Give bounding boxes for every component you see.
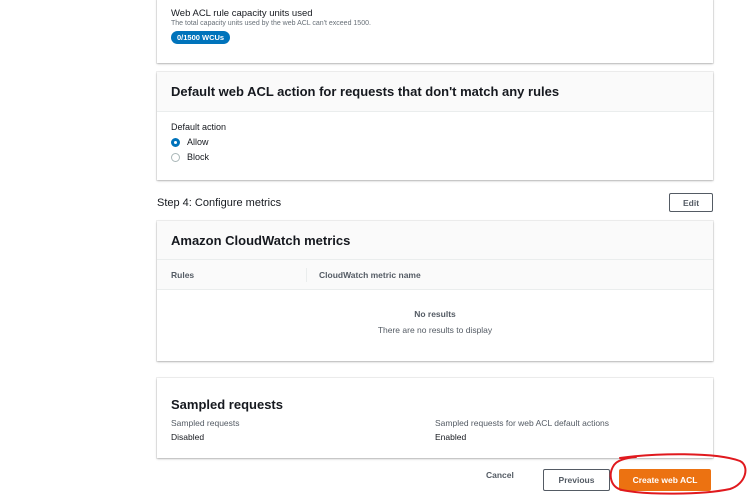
create-web-acl-button[interactable]: Create web ACL <box>619 469 711 491</box>
wcu-title: Web ACL rule capacity units used <box>171 8 313 19</box>
sampled-requests-field: Sampled requests Disabled <box>171 418 435 442</box>
edit-button[interactable]: Edit <box>669 193 713 212</box>
sampled-default-label: Sampled requests for web ACL default act… <box>435 418 610 428</box>
step4-title: Step 4: Configure metrics <box>157 197 282 209</box>
wcu-description: The total capacity units used by the web… <box>171 20 371 27</box>
sampled-default-value: Enabled <box>435 432 467 442</box>
default-action-label: Default action <box>171 122 227 132</box>
cancel-button[interactable]: Cancel <box>486 470 514 480</box>
default-action-panel: Default web ACL action for requests that… <box>157 72 713 180</box>
previous-button[interactable]: Previous <box>543 469 610 491</box>
wcu-panel: Web ACL rule capacity units used The tot… <box>157 0 713 63</box>
empty-state: No results There are no results to displ… <box>157 290 713 335</box>
default-action-radio-group: Default action Allow Block <box>157 112 713 172</box>
radio-option-allow[interactable]: Allow <box>171 137 699 147</box>
default-action-header: Default web ACL action for requests that… <box>157 72 713 112</box>
radio-allow[interactable] <box>171 137 180 147</box>
cloudwatch-heading: Amazon CloudWatch metrics <box>171 232 351 248</box>
radio-option-block[interactable]: Block <box>171 152 699 162</box>
radio-block[interactable] <box>171 152 180 162</box>
sampled-header: Sampled requests <box>157 378 713 414</box>
sampled-requests-value: Disabled <box>171 432 205 442</box>
radio-block-label: Block <box>187 152 210 162</box>
cloudwatch-panel: Amazon CloudWatch metrics Rules CloudWat… <box>157 221 713 361</box>
radio-allow-label: Allow <box>187 137 209 147</box>
column-header-metric-name[interactable]: CloudWatch metric name <box>307 270 421 280</box>
empty-description: There are no results to display <box>377 325 493 335</box>
sampled-requests-panel: Sampled requests Sampled requests Disabl… <box>157 378 713 458</box>
sampled-heading: Sampled requests <box>171 397 283 412</box>
default-action-heading: Default web ACL action for requests that… <box>171 84 560 99</box>
wcu-badge: 0/1500 WCUs <box>171 31 231 44</box>
metrics-table-header: Rules CloudWatch metric name <box>157 260 713 290</box>
column-header-rules[interactable]: Rules <box>157 267 307 282</box>
sampled-grid: Sampled requests Disabled Sampled reques… <box>157 414 713 446</box>
sampled-default-field: Sampled requests for web ACL default act… <box>435 418 699 442</box>
empty-title: No results <box>414 309 456 319</box>
sampled-requests-label: Sampled requests <box>171 418 240 428</box>
cloudwatch-header: Amazon CloudWatch metrics <box>157 221 713 260</box>
